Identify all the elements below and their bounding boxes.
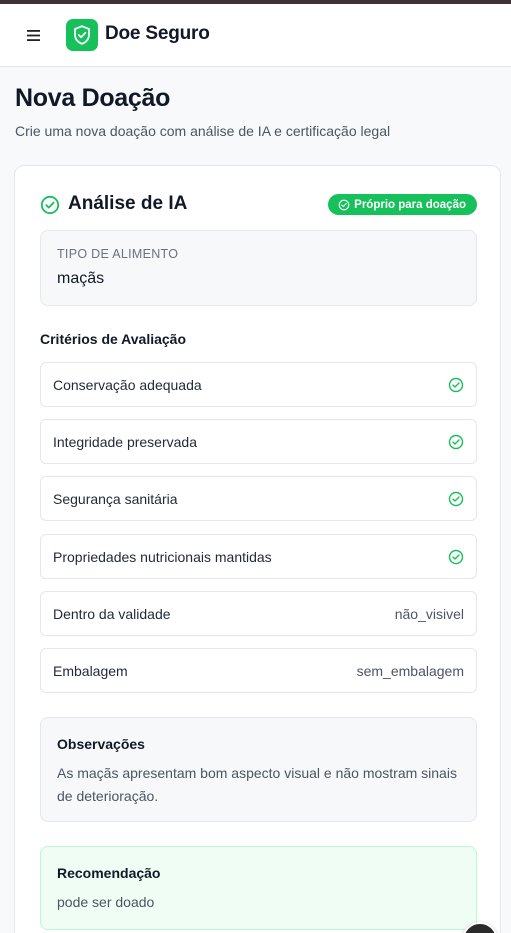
status-badge-label: Próprio para doação	[354, 198, 466, 211]
page-title: Nova Doação	[15, 84, 171, 112]
recommendation-box: Recomendação pode ser doado	[40, 846, 477, 930]
page-subtitle: Crie uma nova doação com análise de IA e…	[15, 123, 391, 139]
app-header: Doe Seguro	[0, 4, 511, 67]
check-circle-icon	[40, 195, 60, 220]
food-type-box: TIPO DE ALIMENTO maçãs	[40, 230, 477, 306]
criterion-label: Propriedades nutricionais mantidas	[53, 549, 272, 565]
criterion-label: Conservação adequada	[53, 377, 202, 393]
check-circle-icon	[448, 549, 464, 570]
status-badge: Próprio para doação	[328, 194, 477, 215]
criterion-label: Embalagem	[53, 663, 128, 679]
observations-text: As maçãs apresentam bom aspecto visual e…	[57, 765, 457, 804]
recommendation-text: pode ser doado	[57, 894, 155, 910]
criterion-row: Integridade preservada	[40, 419, 477, 464]
criterion-row: Dentro da validade não_visivel	[40, 591, 477, 636]
check-circle-icon	[448, 377, 464, 398]
criterion-row: Conservação adequada	[40, 362, 477, 407]
criteria-title: Critérios de Avaliação	[40, 331, 187, 347]
criterion-label: Segurança sanitária	[53, 491, 178, 507]
criterion-row: Segurança sanitária	[40, 476, 477, 521]
food-type-label: TIPO DE ALIMENTO	[57, 247, 179, 261]
observations-title: Observações	[57, 736, 145, 752]
check-circle-icon	[448, 434, 464, 455]
criterion-row: Propriedades nutricionais mantidas	[40, 534, 477, 579]
food-type-value: maçãs	[57, 270, 105, 287]
criterion-label: Integridade preservada	[53, 434, 197, 450]
check-circle-icon	[338, 199, 350, 210]
criterion-label: Dentro da validade	[53, 606, 171, 622]
observations-box: Observações As maçãs apresentam bom aspe…	[40, 717, 477, 822]
criterion-value: não_visivel	[394, 606, 464, 622]
brand-name[interactable]: Doe Seguro	[105, 23, 210, 45]
ai-analysis-card: Análise de IA Próprio para doação TIPO D…	[14, 165, 501, 933]
criterion-value: sem_embalagem	[356, 663, 464, 679]
check-circle-icon	[448, 491, 464, 512]
analysis-title: Análise de IA	[68, 193, 188, 214]
menu-icon[interactable]	[22, 24, 44, 46]
shield-check-icon[interactable]	[66, 19, 98, 51]
recommendation-title: Recomendação	[57, 865, 161, 881]
criterion-row: Embalagem sem_embalagem	[40, 648, 477, 693]
